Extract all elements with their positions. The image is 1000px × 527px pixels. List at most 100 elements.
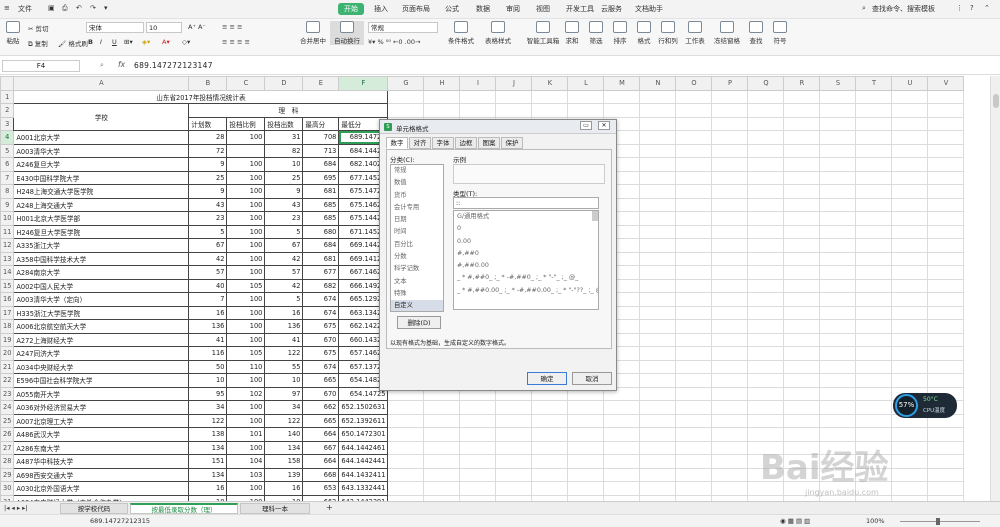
empty-cell[interactable] [639,319,677,334]
grow-font-icon[interactable]: A⁺ A⁻ [188,23,206,31]
data-cell[interactable]: 685 [302,211,340,226]
tab-1[interactable]: 插入 [374,4,388,14]
empty-cell[interactable] [855,413,893,428]
empty-cell[interactable] [927,454,965,469]
empty-cell[interactable] [747,170,785,185]
corner-cell[interactable] [0,76,15,91]
school-cell[interactable]: A248上海交通大学 [13,197,190,212]
empty-cell[interactable] [819,386,857,401]
empty-cell[interactable] [603,454,641,469]
column-header-A[interactable]: A [13,76,190,91]
empty-cell[interactable] [639,103,677,118]
empty-cell[interactable] [783,238,821,253]
row-header-10[interactable]: 10 [0,211,15,226]
data-cell[interactable]: 5 [264,224,304,239]
data-cell[interactable]: 9 [188,157,228,172]
data-cell[interactable]: 100 [226,305,266,320]
data-cell[interactable] [226,143,266,158]
empty-cell[interactable] [855,143,893,158]
empty-cell[interactable] [819,427,857,442]
data-cell[interactable]: 42 [264,278,304,293]
data-cell[interactable]: 684 [302,157,340,172]
empty-cell[interactable] [927,197,965,212]
empty-cell[interactable] [855,130,893,145]
data-cell[interactable]: 682 [302,278,340,293]
row-header-11[interactable]: 11 [0,224,15,239]
data-cell[interactable]: 100 [226,184,266,199]
empty-cell[interactable] [495,89,533,104]
empty-cell[interactable] [747,265,785,280]
row-header-14[interactable]: 14 [0,265,15,280]
empty-cell[interactable] [819,265,857,280]
empty-cell[interactable] [855,427,893,442]
row-header-5[interactable]: 5 [0,143,15,158]
data-cell[interactable]: 100 [226,413,266,428]
fx-icon[interactable]: fx [118,60,125,69]
empty-cell[interactable] [855,332,893,347]
row-header-1[interactable]: 1 [0,89,15,104]
empty-cell[interactable] [927,346,965,361]
data-cell[interactable]: 16 [188,481,228,496]
format-item[interactable]: #,##0 [454,248,598,260]
format-item[interactable]: _ * #,##0.00_ ;_ * -#,##0.00_ ;_ * "-"??… [454,285,598,297]
save-icon[interactable]: ▣ [48,4,55,12]
empty-cell[interactable] [675,305,713,320]
data-cell[interactable]: 670 [302,386,340,401]
data-cell[interactable]: 103 [226,467,266,482]
empty-cell[interactable] [855,211,893,226]
empty-cell[interactable] [783,359,821,374]
empty-cell[interactable] [747,211,785,226]
empty-cell[interactable] [783,116,821,131]
empty-cell[interactable] [639,332,677,347]
school-cell[interactable]: A003清华大学 [13,143,190,158]
empty-cell[interactable] [639,400,677,415]
empty-cell[interactable] [711,251,749,266]
sheet-title[interactable]: 山东省2017年投档情况统计表 [13,89,389,104]
empty-cell[interactable] [819,373,857,388]
data-cell[interactable]: 151 [188,454,228,469]
empty-cell[interactable] [711,143,749,158]
school-cell[interactable]: A246复旦大学 [13,157,190,172]
school-cell[interactable]: A036对外经济贸易大学 [13,400,190,415]
empty-cell[interactable] [423,467,461,482]
data-cell[interactable]: 95 [188,386,228,401]
empty-cell[interactable] [711,224,749,239]
format-painter-button[interactable]: 🖌 格式刷 [58,38,88,48]
data-cell[interactable]: 139 [264,467,304,482]
data-cell[interactable]: 134 [264,440,304,455]
empty-cell[interactable] [639,157,677,172]
empty-cell[interactable] [783,278,821,293]
category-list[interactable]: 常规 数值 货币 会计专用 日期 时间 百分比 分数 科学记数 文本 特殊 自定义 [390,164,444,312]
empty-cell[interactable] [747,238,785,253]
empty-cell[interactable] [675,184,713,199]
hamburger-icon[interactable]: ≡ [4,4,10,12]
sheet-nav-icon[interactable]: |◂ ◂ ▸ ▸| [4,504,28,512]
empty-cell[interactable] [891,143,929,158]
undo-icon[interactable]: ↶ [76,4,82,12]
data-cell[interactable]: 100 [226,170,266,185]
category-item[interactable]: 日期 [391,214,443,226]
data-cell[interactable]: 34 [188,400,228,415]
empty-cell[interactable] [783,427,821,442]
empty-cell[interactable] [603,89,641,104]
data-cell[interactable]: 105 [226,278,266,293]
data-cell[interactable]: 652.1392611 [338,413,389,428]
data-cell[interactable]: 675 [302,346,340,361]
empty-cell[interactable] [711,332,749,347]
column-header-L[interactable]: L [567,76,605,91]
data-cell[interactable]: 134 [188,440,228,455]
data-cell[interactable]: 158 [264,454,304,469]
empty-cell[interactable] [855,319,893,334]
empty-cell[interactable] [675,413,713,428]
row-header-9[interactable]: 9 [0,197,15,212]
freeze-panes-button[interactable]: 冻结窗格 [712,21,742,45]
filter-button[interactable]: 筛选 [586,21,606,45]
empty-cell[interactable] [891,116,929,131]
empty-cell[interactable] [567,440,605,455]
empty-cell[interactable] [927,89,965,104]
data-cell[interactable]: 664 [302,454,340,469]
empty-cell[interactable] [639,413,677,428]
empty-cell[interactable] [783,251,821,266]
data-cell[interactable]: 100 [226,251,266,266]
empty-cell[interactable] [459,454,497,469]
